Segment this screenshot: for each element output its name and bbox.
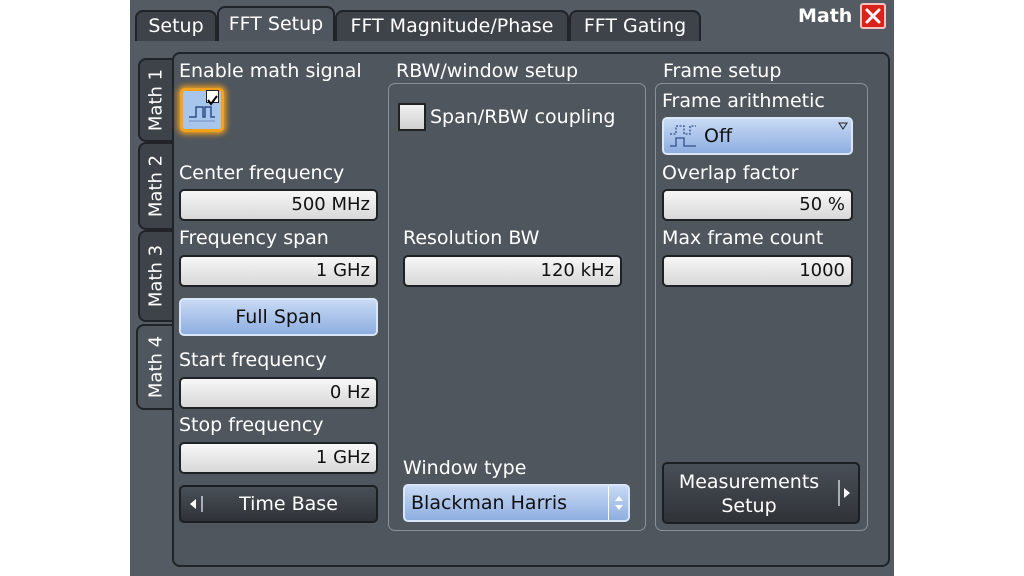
- triangle-right-icon: [838, 480, 850, 506]
- up-down-arrows-icon: [615, 496, 623, 510]
- time-base-label: Time Base: [239, 493, 338, 515]
- close-button[interactable]: [860, 3, 886, 29]
- span-rbw-coupling-label: Span/RBW coupling: [430, 106, 616, 128]
- frame-setup-group-title: Frame setup: [663, 60, 782, 82]
- side-tab-label: Math 1: [145, 68, 167, 132]
- spinner-control: [608, 486, 628, 520]
- frequency-span-field[interactable]: 1 GHz: [179, 255, 378, 287]
- measurements-setup-button[interactable]: Measurements Setup: [662, 462, 860, 524]
- time-base-button[interactable]: Time Base: [179, 485, 378, 523]
- dropdown-arrow-icon: [838, 122, 848, 130]
- stop-frequency-field[interactable]: 1 GHz: [179, 442, 378, 474]
- tab-setup[interactable]: Setup: [135, 10, 217, 41]
- window-type-label: Window type: [403, 457, 527, 479]
- frequency-span-label: Frequency span: [179, 227, 329, 249]
- tab-fft-setup[interactable]: FFT Setup: [217, 6, 335, 41]
- tab-fft-magnitude-phase[interactable]: FFT Magnitude/Phase: [335, 10, 569, 41]
- window-type-value: Blackman Harris: [411, 492, 568, 514]
- side-tab-math-4[interactable]: Math 4: [136, 324, 174, 410]
- stop-frequency-label: Stop frequency: [179, 414, 324, 436]
- max-frame-count-label: Max frame count: [662, 227, 824, 249]
- overlap-factor-field[interactable]: 50 %: [662, 189, 853, 221]
- side-tab-label: Math 4: [145, 335, 167, 399]
- center-frequency-label: Center frequency: [179, 162, 345, 184]
- check-icon: [207, 95, 218, 106]
- tab-fft-gating[interactable]: FFT Gating: [569, 10, 701, 41]
- frame-arithmetic-icon: [670, 125, 696, 147]
- enable-checkbox: [206, 90, 219, 106]
- side-tab-math-3[interactable]: Math 3: [138, 230, 172, 322]
- frame-arithmetic-select[interactable]: Off: [662, 117, 853, 155]
- resolution-bw-label: Resolution BW: [403, 227, 540, 249]
- span-rbw-coupling-checkbox[interactable]: [398, 103, 426, 131]
- dialog-title: Math: [798, 5, 853, 27]
- side-tab-math-1[interactable]: Math 1: [138, 58, 172, 142]
- max-frame-count-field[interactable]: 1000: [662, 255, 853, 287]
- frame-arithmetic-value: Off: [704, 125, 733, 147]
- overlap-factor-label: Overlap factor: [662, 162, 799, 184]
- frame-arithmetic-label: Frame arithmetic: [662, 90, 825, 112]
- measurements-setup-label: Measurements Setup: [678, 471, 820, 517]
- side-tab-label: Math 3: [145, 244, 167, 308]
- center-frequency-field[interactable]: 500 MHz: [179, 189, 378, 221]
- tab-label: Setup: [148, 15, 204, 37]
- enable-math-toggle[interactable]: [180, 88, 224, 132]
- rbw-window-group-title: RBW/window setup: [396, 60, 579, 82]
- resolution-bw-field[interactable]: 120 kHz: [403, 255, 622, 287]
- tab-label: FFT Gating: [583, 15, 687, 37]
- math-dialog: Setup FFT Setup FFT Magnitude/Phase FFT …: [130, 0, 894, 576]
- tab-label: FFT Setup: [228, 13, 324, 35]
- start-frequency-field[interactable]: 0 Hz: [179, 377, 378, 409]
- enable-math-label: Enable math signal: [179, 60, 362, 82]
- tab-label: FFT Magnitude/Phase: [350, 15, 554, 37]
- window-type-select[interactable]: Blackman Harris: [403, 484, 630, 522]
- side-tab-label: Math 2: [145, 154, 167, 218]
- side-tab-math-2[interactable]: Math 2: [138, 142, 172, 230]
- full-span-button[interactable]: Full Span: [179, 298, 378, 336]
- close-icon: [865, 8, 881, 24]
- start-frequency-label: Start frequency: [179, 349, 327, 371]
